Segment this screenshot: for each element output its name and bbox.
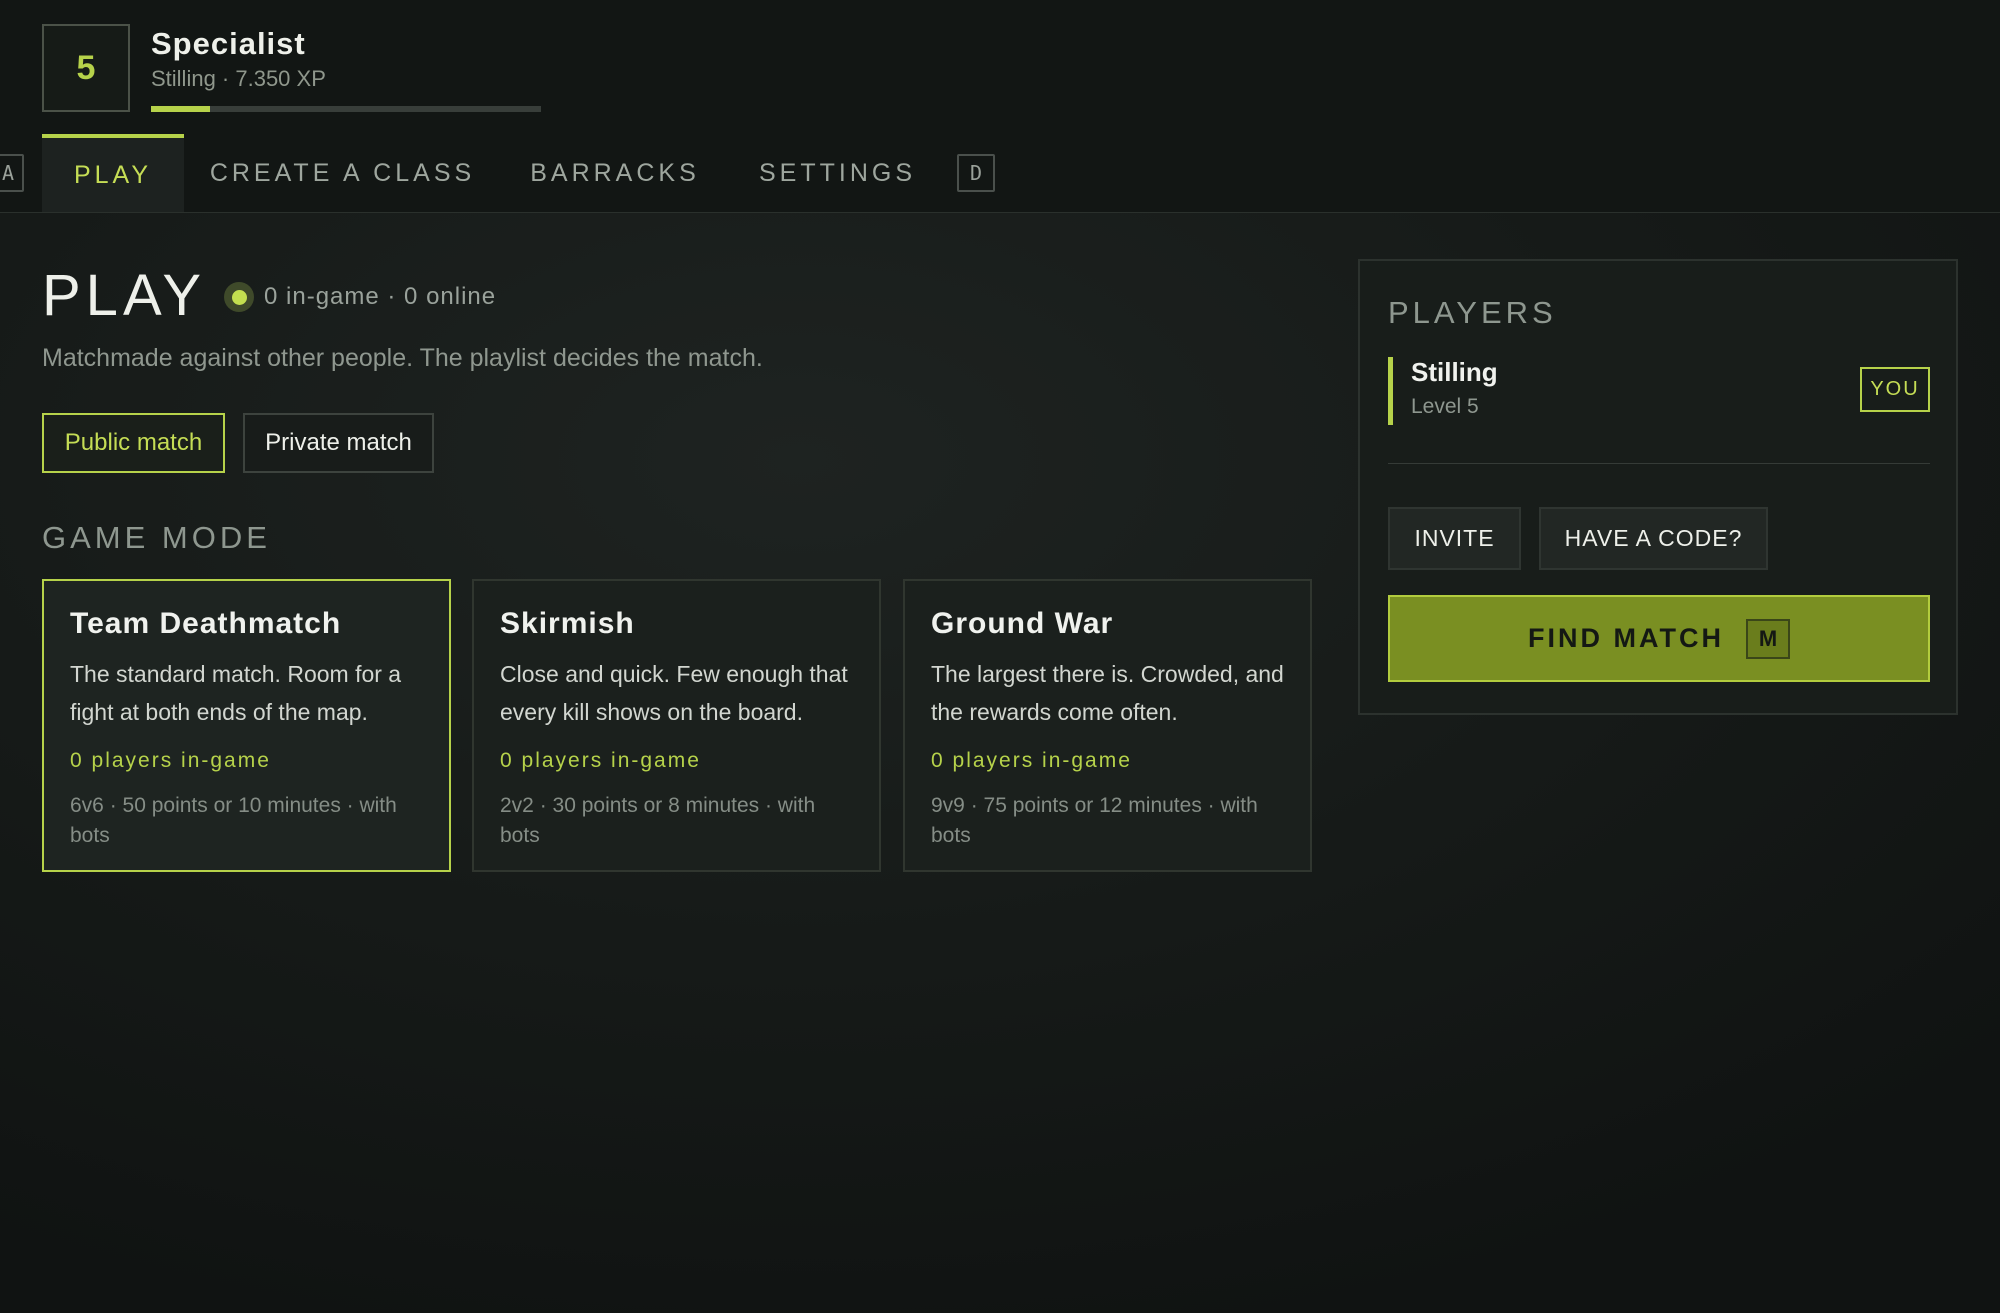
players-heading: PLAYERS (1388, 295, 1557, 330)
xp-progress-fill (151, 106, 210, 112)
tab-create-a-class[interactable]: CREATE A CLASS (200, 134, 485, 212)
mode-description: Close and quick. Few enough that every k… (500, 661, 848, 725)
have-a-code-button[interactable]: HAVE A CODE? (1539, 507, 1768, 570)
invite-button[interactable]: INVITE (1388, 507, 1521, 570)
mode-description: The standard match. Room for a fight at … (70, 661, 402, 725)
mode-player-count: 0 players in-game (70, 749, 271, 772)
private-match-button[interactable]: Private match (243, 413, 434, 473)
public-match-button[interactable]: Public match (42, 413, 225, 473)
page-description: Matchmade against other people. The play… (42, 344, 763, 372)
profile-subtitle: Stilling · 7.350 XP (151, 66, 326, 91)
mode-card-ground-war[interactable]: Ground War The largest there is. Crowded… (903, 579, 1312, 872)
xp-progress-bar (151, 106, 541, 112)
online-status-text: 0 in-game · 0 online (264, 283, 497, 310)
rank-title: Specialist (151, 26, 306, 61)
panel-divider (1388, 463, 1930, 464)
players-panel: PLAYERS Stilling Level 5 YOU INVITE HAVE… (1358, 259, 1958, 715)
find-match-label: FIND MATCH (1528, 623, 1724, 653)
mode-player-count: 0 players in-game (500, 749, 701, 772)
find-match-key-hint: M (1745, 618, 1790, 659)
you-badge: YOU (1860, 367, 1930, 412)
top-header: 5 Specialist Stilling · 7.350 XP A PLAY … (0, 0, 2000, 212)
tab-play[interactable]: PLAY (42, 134, 184, 212)
mode-name: Team Deathmatch (70, 607, 342, 640)
player-accent-bar (1388, 357, 1393, 425)
tab-barracks[interactable]: BARRACKS (515, 134, 715, 212)
find-match-button[interactable]: FIND MATCH M (1388, 595, 1930, 682)
page-title: PLAY (42, 263, 207, 328)
mode-rules: 6v6 · 50 points or 10 minutes · with bot… (70, 794, 397, 847)
mode-description: The largest there is. Crowded, and the r… (931, 661, 1284, 725)
next-tab-key-hint[interactable]: D (957, 154, 995, 192)
header-divider (0, 212, 2000, 213)
level-badge: 5 (42, 24, 130, 112)
prev-tab-key-hint[interactable]: A (0, 154, 24, 192)
mode-rules: 2v2 · 30 points or 8 minutes · with bots (500, 794, 816, 847)
mode-player-count: 0 players in-game (931, 749, 1132, 772)
mode-card-team-deathmatch[interactable]: Team Deathmatch The standard match. Room… (42, 579, 451, 872)
online-status-icon (224, 282, 254, 312)
mode-name: Skirmish (500, 607, 635, 640)
player-name: Stilling (1411, 357, 1498, 387)
mode-name: Ground War (931, 607, 1114, 640)
tab-settings[interactable]: SETTINGS (745, 134, 930, 212)
player-level: Level 5 (1411, 395, 1479, 418)
mode-card-skirmish[interactable]: Skirmish Close and quick. Few enough tha… (472, 579, 881, 872)
mode-rules: 9v9 · 75 points or 12 minutes · with bot… (931, 794, 1258, 847)
game-mode-heading: GAME MODE (42, 520, 271, 555)
